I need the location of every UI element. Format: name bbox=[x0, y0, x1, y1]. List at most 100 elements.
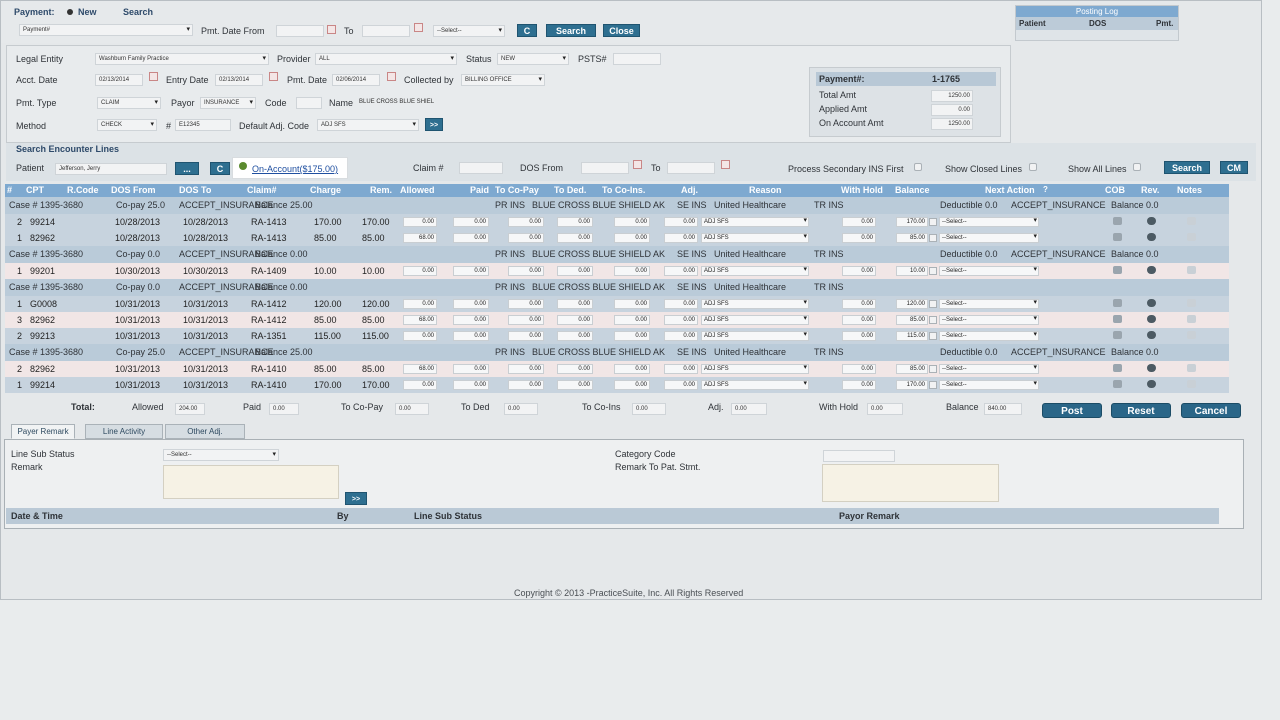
payment-number-select[interactable]: Payment# bbox=[19, 24, 193, 36]
patient-lookup-button[interactable]: ... bbox=[175, 162, 199, 175]
acct-date-input[interactable]: 02/13/2014 bbox=[95, 74, 143, 86]
to-ded-input[interactable]: 0.00 bbox=[557, 233, 593, 243]
allowed-input[interactable]: 0.00 bbox=[403, 266, 437, 276]
paid-input[interactable]: 0.00 bbox=[453, 299, 489, 309]
grid-col-header[interactable]: To Co-Ins. bbox=[602, 185, 645, 195]
cob-icon[interactable] bbox=[1113, 380, 1122, 388]
grid-col-header[interactable]: To Co-Pay bbox=[495, 185, 539, 195]
patient-clear-button[interactable]: C bbox=[210, 162, 230, 175]
show-closed-lines-checkbox[interactable] bbox=[1029, 163, 1037, 171]
help-icon[interactable]: ? bbox=[1043, 185, 1048, 194]
pmt-date-from-calendar-icon[interactable] bbox=[327, 25, 336, 34]
pmt-date-from-input[interactable] bbox=[276, 25, 324, 37]
notes-icon[interactable] bbox=[1187, 217, 1196, 225]
tab-other-adj[interactable]: Other Adj. bbox=[165, 424, 245, 439]
pmt-date-to-input[interactable] bbox=[362, 25, 410, 37]
balance-check-icon[interactable] bbox=[929, 218, 937, 226]
with-hold-input[interactable]: 0.00 bbox=[842, 217, 876, 227]
balance-check-icon[interactable] bbox=[929, 234, 937, 242]
reason-select[interactable]: ADJ SFS bbox=[701, 364, 809, 374]
with-hold-input[interactable]: 0.00 bbox=[842, 299, 876, 309]
balance-input[interactable]: 10.00 bbox=[896, 266, 928, 276]
to-coins-input[interactable]: 0.00 bbox=[614, 266, 650, 276]
to-ded-input[interactable]: 0.00 bbox=[557, 266, 593, 276]
top-clear-button[interactable]: C bbox=[517, 24, 537, 37]
remark-pat-stmt-textarea[interactable] bbox=[822, 464, 999, 502]
with-hold-input[interactable]: 0.00 bbox=[842, 380, 876, 390]
with-hold-input[interactable]: 0.00 bbox=[842, 266, 876, 276]
grid-col-header[interactable]: CPT bbox=[26, 185, 44, 195]
code-input[interactable] bbox=[296, 97, 322, 109]
name-input[interactable]: BLUE CROSS BLUE SHIEL bbox=[356, 97, 442, 109]
adj-input[interactable]: 0.00 bbox=[664, 315, 698, 325]
notes-icon[interactable] bbox=[1187, 233, 1196, 241]
to-ded-input[interactable]: 0.00 bbox=[557, 380, 593, 390]
cob-icon[interactable] bbox=[1113, 233, 1122, 241]
default-adj-code-select[interactable]: ADJ SFS bbox=[317, 119, 419, 131]
notes-icon[interactable] bbox=[1187, 315, 1196, 323]
legal-entity-select[interactable]: Washburn Family Practice bbox=[95, 53, 269, 65]
review-icon[interactable] bbox=[1147, 299, 1156, 307]
paid-input[interactable]: 0.00 bbox=[453, 331, 489, 341]
cob-icon[interactable] bbox=[1113, 299, 1122, 307]
allowed-input[interactable]: 0.00 bbox=[403, 380, 437, 390]
top-select[interactable]: --Select-- bbox=[433, 25, 505, 37]
provider-select[interactable]: ALL bbox=[315, 53, 457, 65]
review-icon[interactable] bbox=[1147, 266, 1156, 274]
balance-check-icon[interactable] bbox=[929, 300, 937, 308]
reason-select[interactable]: ADJ SFS bbox=[701, 217, 809, 227]
cancel-button[interactable]: Cancel bbox=[1181, 403, 1241, 418]
grid-col-header[interactable]: Next Action bbox=[985, 185, 1035, 195]
to-ded-input[interactable]: 0.00 bbox=[557, 315, 593, 325]
review-icon[interactable] bbox=[1147, 364, 1156, 372]
next-action-select[interactable]: --Select-- bbox=[939, 299, 1039, 309]
notes-icon[interactable] bbox=[1187, 266, 1196, 274]
entry-date-input[interactable]: 02/13/2014 bbox=[215, 74, 263, 86]
review-icon[interactable] bbox=[1147, 233, 1156, 241]
balance-check-icon[interactable] bbox=[929, 267, 937, 275]
grid-col-header[interactable]: Adj. bbox=[681, 185, 698, 195]
cob-icon[interactable] bbox=[1113, 364, 1122, 372]
notes-icon[interactable] bbox=[1187, 364, 1196, 372]
grid-col-header[interactable]: Reason bbox=[749, 185, 782, 195]
patient-input[interactable]: Jefferson, Jerry bbox=[55, 163, 167, 175]
reason-select[interactable]: ADJ SFS bbox=[701, 299, 809, 309]
show-all-lines-checkbox[interactable] bbox=[1133, 163, 1141, 171]
grid-col-header[interactable]: Paid bbox=[470, 185, 489, 195]
to-coins-input[interactable]: 0.00 bbox=[614, 315, 650, 325]
next-action-select[interactable]: --Select-- bbox=[939, 315, 1039, 325]
grid-col-header[interactable]: COB bbox=[1105, 185, 1125, 195]
balance-check-icon[interactable] bbox=[929, 316, 937, 324]
to-copay-input[interactable]: 0.00 bbox=[508, 217, 544, 227]
to-copay-input[interactable]: 0.00 bbox=[508, 315, 544, 325]
line-sub-status-select[interactable]: --Select-- bbox=[163, 449, 279, 461]
next-action-select[interactable]: --Select-- bbox=[939, 266, 1039, 276]
next-action-select[interactable]: --Select-- bbox=[939, 380, 1039, 390]
grid-col-header[interactable]: Allowed bbox=[400, 185, 435, 195]
notes-icon[interactable] bbox=[1187, 299, 1196, 307]
paid-input[interactable]: 0.00 bbox=[453, 266, 489, 276]
to-coins-input[interactable]: 0.00 bbox=[614, 217, 650, 227]
allowed-input[interactable]: 68.00 bbox=[403, 233, 437, 243]
allowed-input[interactable]: 68.00 bbox=[403, 364, 437, 374]
review-icon[interactable] bbox=[1147, 315, 1156, 323]
to-copay-input[interactable]: 0.00 bbox=[508, 364, 544, 374]
to-copay-input[interactable]: 0.00 bbox=[508, 380, 544, 390]
notes-icon[interactable] bbox=[1187, 331, 1196, 339]
to-copay-input[interactable]: 0.00 bbox=[508, 266, 544, 276]
to-ded-input[interactable]: 0.00 bbox=[557, 364, 593, 374]
balance-check-icon[interactable] bbox=[929, 365, 937, 373]
notes-icon[interactable] bbox=[1187, 380, 1196, 388]
adj-input[interactable]: 0.00 bbox=[664, 299, 698, 309]
balance-input[interactable]: 85.00 bbox=[896, 315, 928, 325]
dos-from-input[interactable] bbox=[581, 162, 629, 174]
balance-input[interactable]: 170.00 bbox=[896, 380, 928, 390]
grid-col-header[interactable]: Balance bbox=[895, 185, 930, 195]
adj-input[interactable]: 0.00 bbox=[664, 217, 698, 227]
adj-input[interactable]: 0.00 bbox=[664, 331, 698, 341]
balance-check-icon[interactable] bbox=[929, 332, 937, 340]
grid-col-header[interactable]: R.Code bbox=[67, 185, 99, 195]
search-mode-label[interactable]: Search bbox=[123, 7, 153, 17]
paid-input[interactable]: 0.00 bbox=[453, 364, 489, 374]
to-ded-input[interactable]: 0.00 bbox=[557, 299, 593, 309]
